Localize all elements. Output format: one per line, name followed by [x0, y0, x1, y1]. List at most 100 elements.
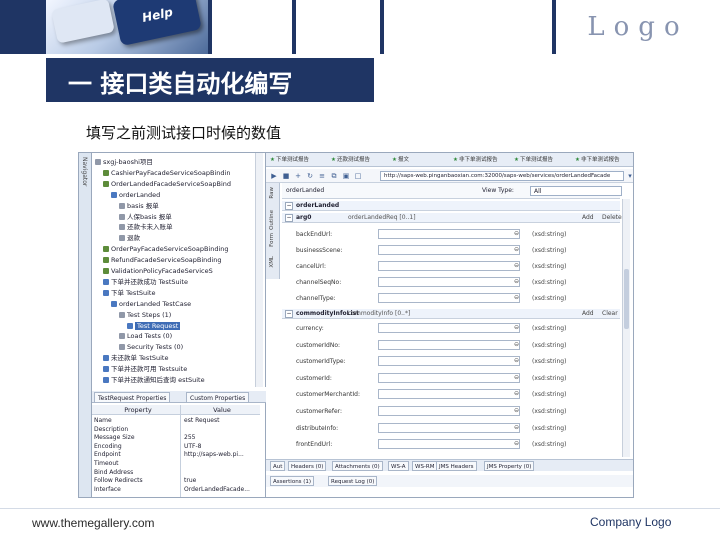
bottom-tab[interactable]: Attachments (0) [332, 461, 383, 471]
tree-item[interactable]: basis 报单 [92, 201, 262, 211]
copy-icon[interactable]: ⧉ [330, 172, 338, 180]
bottom-tab[interactable]: JMS Headers [436, 461, 477, 471]
response-tab[interactable]: Request Log (0) [328, 476, 378, 486]
tree-item[interactable]: orderLanded [92, 190, 262, 200]
split-icon[interactable]: ▣ [342, 172, 350, 180]
field-option-icon[interactable]: ⊖ [512, 323, 521, 333]
field-option-icon[interactable]: ⊖ [512, 406, 521, 416]
form-scrollbar[interactable] [622, 199, 630, 457]
tree-item[interactable]: Load Tests (0) [92, 331, 262, 341]
field-option-icon[interactable]: ⊖ [512, 229, 521, 239]
collapse-icon[interactable]: − [285, 214, 293, 222]
endpoint-url[interactable]: http://saps-web.pinganbaoxian.com:32000/… [380, 171, 624, 181]
field-option-icon[interactable]: ⊖ [512, 389, 521, 399]
section-action[interactable]: Clear [602, 309, 618, 319]
field-option-icon[interactable]: ⊖ [512, 293, 521, 303]
property-row[interactable]: Interface OrderLandedFacade... [92, 486, 260, 494]
tree-item[interactable]: 还款卡未入账单 [92, 222, 262, 232]
field-input[interactable] [378, 406, 520, 416]
format-icon[interactable]: ≡ [318, 172, 326, 180]
tree-item[interactable]: orderLanded TestCase [92, 299, 262, 309]
tree-item[interactable]: CashierPayFacadeServiceSoapBindin [92, 168, 262, 178]
field-input[interactable] [378, 389, 520, 400]
tree-scrollbar[interactable] [255, 153, 263, 387]
collapse-icon[interactable]: − [285, 202, 293, 210]
refresh-icon[interactable]: ↻ [306, 172, 314, 180]
property-row[interactable]: Follow Redirects true [92, 477, 260, 485]
field-input[interactable] [378, 229, 520, 239]
collapse-icon[interactable]: − [285, 310, 293, 318]
field-option-icon[interactable]: ⊖ [512, 373, 521, 383]
field-input[interactable] [378, 293, 520, 303]
tree-item[interactable]: 人保basis 报单 [92, 212, 262, 222]
field-option-icon[interactable]: ⊖ [512, 261, 521, 271]
property-row[interactable]: Endpoint http://saps-web.pi... [92, 451, 260, 459]
response-tab[interactable]: Assertions (1) [270, 476, 315, 486]
tree-item[interactable]: Security Tests (0) [92, 342, 262, 352]
tree-item[interactable]: RefundFacadeServiceSoapBinding [92, 255, 262, 265]
field-input[interactable] [378, 422, 520, 433]
field-option-icon[interactable]: ⊖ [512, 423, 521, 433]
bottom-tab[interactable]: WS-RM [412, 461, 438, 471]
property-row[interactable]: Bind Address [92, 469, 260, 477]
dropdown-icon[interactable]: ▾ [626, 172, 633, 180]
add-icon[interactable]: + [294, 172, 302, 180]
tab-testrequest-properties[interactable]: TestRequest Properties [94, 392, 171, 403]
editor-tab[interactable]: 下单测试报告 [270, 155, 309, 165]
property-row[interactable]: Description [92, 426, 260, 434]
tree-item[interactable]: 下单 TestSuite [92, 288, 262, 298]
section-add[interactable]: Add [582, 309, 594, 319]
field-option-icon[interactable]: ⊖ [512, 245, 521, 255]
field-input[interactable] [378, 323, 520, 333]
field-input[interactable] [378, 372, 520, 383]
tree-item[interactable]: OrderPayFacadeServiceSoapBinding [92, 244, 262, 254]
field-option-icon[interactable]: ⊖ [512, 356, 521, 366]
field-input[interactable] [378, 356, 520, 367]
tree-item[interactable]: Test Request [92, 321, 262, 331]
field-input[interactable] [378, 277, 520, 287]
field-option-icon[interactable]: ⊖ [512, 277, 521, 287]
view-type-select[interactable]: All [530, 186, 622, 196]
editor-tab[interactable]: 下单测试报告 [514, 155, 553, 165]
field-option-icon[interactable]: ⊖ [512, 439, 521, 449]
tree-item[interactable]: sxgj-baoshi项目 [92, 157, 262, 167]
editor-tab[interactable]: 报文 [392, 155, 409, 165]
bottom-tab[interactable]: WS-A [388, 461, 409, 471]
vertical-tab[interactable]: Outline [269, 210, 275, 230]
form-section[interactable]: − commodityInfoList commodityInfo [0..*] Ad… [282, 309, 620, 319]
play-icon[interactable]: ▶ [270, 172, 278, 180]
property-row[interactable]: Encoding UTF-8 [92, 443, 260, 451]
tree-item[interactable]: 下单并还款可用 Testsuite [92, 364, 262, 374]
editor-tab[interactable]: 非下单测试报告 [575, 155, 620, 165]
property-row[interactable]: Message Size 255 [92, 434, 260, 442]
vertical-tab[interactable]: Raw [269, 187, 275, 199]
tree-item[interactable]: Test Steps (1) [92, 310, 262, 320]
bottom-tab[interactable]: Headers (0) [288, 461, 327, 471]
section-add[interactable]: Add [582, 213, 594, 223]
form-section[interactable]: − arg0 orderLandedReq [0..1] Add Delete [282, 213, 622, 223]
field-input[interactable] [378, 245, 520, 255]
tree-item[interactable]: 下单并还款成功 TestSuite [92, 277, 262, 287]
form-section[interactable]: − orderLanded [282, 201, 620, 211]
field-option-icon[interactable]: ⊖ [512, 340, 521, 350]
vertical-tab[interactable]: XML [269, 256, 275, 268]
editor-tab[interactable]: 非下单测试报告 [453, 155, 498, 165]
tree-item[interactable]: 退款 [92, 233, 262, 243]
vertical-tab[interactable]: Form [269, 233, 275, 247]
tree-item[interactable]: 未还款单 TestSuite [92, 353, 262, 363]
navigator-tab[interactable]: Navigator [79, 153, 92, 497]
editor-tab[interactable]: 还款测试报告 [331, 155, 370, 165]
bottom-tab[interactable]: JMS Property (0) [484, 461, 535, 471]
bottom-tab[interactable]: Aut [270, 461, 286, 471]
field-input[interactable] [378, 261, 520, 271]
field-input[interactable] [378, 439, 520, 450]
property-row[interactable]: Timeout [92, 460, 260, 468]
tree-item[interactable]: 下单并还款通知后查询 estSuite [92, 375, 262, 385]
section-action[interactable]: Delete [602, 213, 622, 223]
field-input[interactable] [378, 339, 520, 350]
stop-icon[interactable]: ■ [282, 172, 290, 180]
tree-item[interactable]: OrderLandedFacadeServiceSoapBind [92, 179, 262, 189]
tree-item[interactable]: ValidationPolicyFacadeServiceS [92, 266, 262, 276]
tab-custom-properties[interactable]: Custom Properties [186, 392, 250, 403]
property-row[interactable]: Name est Request [92, 417, 260, 425]
